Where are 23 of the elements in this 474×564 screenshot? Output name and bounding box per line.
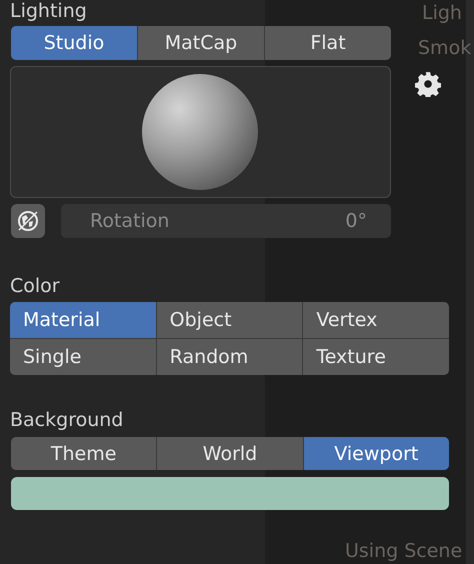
- outliner-item: Smok: [418, 37, 472, 59]
- color-option[interactable]: Random: [156, 339, 302, 375]
- color-option[interactable]: Object: [156, 302, 302, 338]
- lighting-tab[interactable]: Flat: [265, 26, 391, 60]
- color-option[interactable]: Vertex: [303, 302, 449, 338]
- lighting-tab[interactable]: MatCap: [138, 26, 264, 60]
- hdri-preview[interactable]: [10, 66, 391, 198]
- sphere-icon: [140, 72, 260, 192]
- background-tab[interactable]: Theme: [11, 437, 156, 470]
- outliner-item: Using Scene: [345, 540, 462, 562]
- world-space-toggle[interactable]: [11, 204, 45, 238]
- lighting-tab[interactable]: Studio: [11, 26, 137, 60]
- color-swatch[interactable]: [11, 477, 449, 510]
- section-label: Lighting: [10, 0, 87, 24]
- outliner-item: Ligh: [422, 2, 462, 24]
- background-tab[interactable]: Viewport: [304, 437, 449, 470]
- section-label: Color: [10, 274, 60, 299]
- color-option[interactable]: Material: [10, 302, 156, 338]
- settings-icon[interactable]: [415, 71, 441, 97]
- background-tab[interactable]: World: [157, 437, 303, 470]
- color-option[interactable]: Single: [10, 339, 156, 375]
- section-label: Background: [10, 408, 124, 433]
- color-option[interactable]: Texture: [303, 339, 449, 375]
